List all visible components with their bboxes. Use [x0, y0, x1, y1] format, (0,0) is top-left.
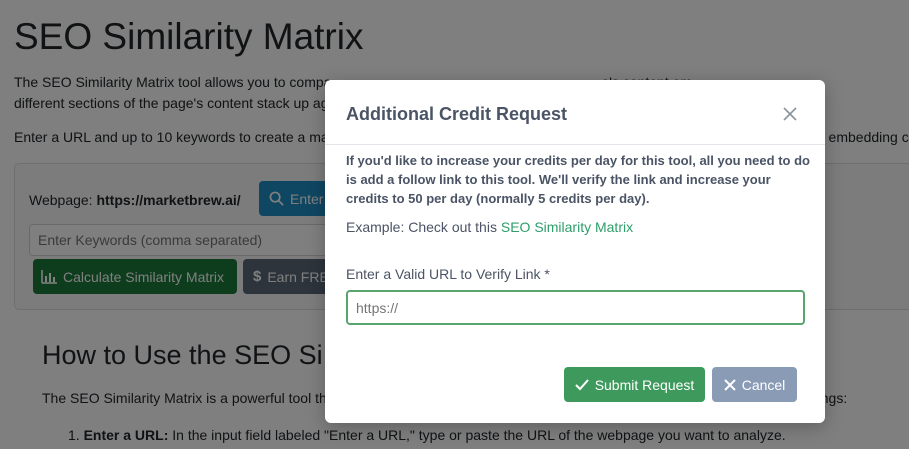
cancel-label: Cancel: [741, 376, 786, 393]
submit-request-button[interactable]: Submit Request: [564, 367, 705, 402]
verify-url-input[interactable]: [346, 290, 805, 325]
modal-header-divider: [325, 144, 825, 145]
example-link[interactable]: SEO Similarity Matrix: [501, 219, 633, 235]
modal-title: Additional Credit Request: [346, 104, 568, 124]
example-text: Example: Check out this SEO Similarity M…: [346, 219, 633, 235]
close-icon: [783, 107, 797, 121]
credit-request-modal: Additional Credit Request If you'd like …: [325, 80, 825, 423]
check-icon: [574, 378, 589, 391]
modal-description: If you'd like to increase your credits p…: [346, 153, 810, 206]
x-icon: [723, 378, 736, 391]
close-button[interactable]: [780, 104, 800, 124]
example-prefix: Example: Check out this: [346, 219, 501, 235]
url-field-label: Enter a Valid URL to Verify Link *: [346, 266, 550, 282]
cancel-button[interactable]: Cancel: [712, 367, 797, 402]
submit-label: Submit Request: [594, 376, 695, 393]
